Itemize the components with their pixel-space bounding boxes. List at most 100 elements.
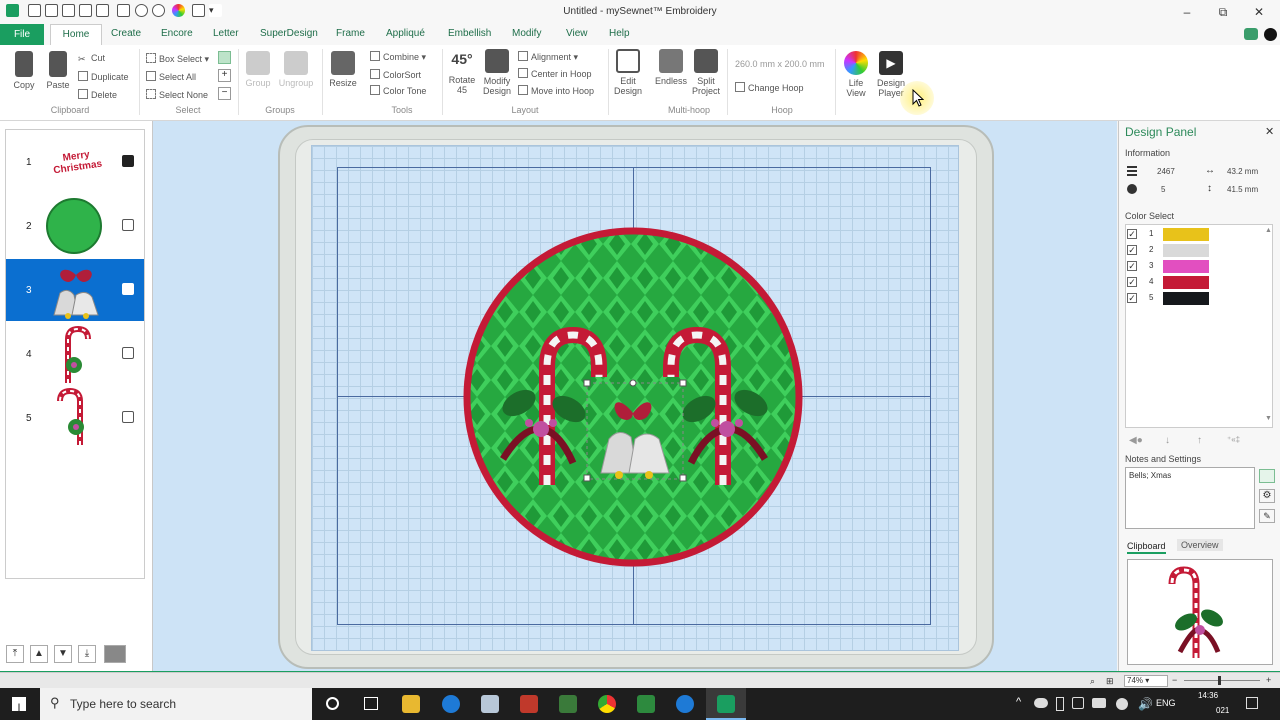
settings-gear-icon[interactable]: ⚙: [1259, 489, 1275, 503]
add-selection-icon[interactable]: +: [218, 69, 231, 82]
color-move-up-icon[interactable]: ↑: [1197, 435, 1202, 446]
layer-lock-icon[interactable]: [122, 347, 134, 359]
notes-icon[interactable]: [1259, 469, 1275, 483]
rotate-button[interactable]: 45° Rotate 45: [446, 49, 478, 95]
endless-button[interactable]: Endless: [652, 49, 690, 86]
color-move-down-icon[interactable]: ↓: [1165, 435, 1170, 446]
colortone-button[interactable]: Color Tone: [370, 85, 426, 96]
show-hidden-icons[interactable]: ^: [1016, 696, 1021, 708]
layer-options-button[interactable]: [104, 645, 126, 663]
taskbar-search-box[interactable]: ⚲ Type here to search: [40, 688, 312, 720]
select-mode-icon[interactable]: [218, 51, 231, 64]
group-button[interactable]: Group: [242, 51, 274, 88]
tab-overview[interactable]: Overview: [1177, 539, 1223, 551]
zoom-slider-thumb[interactable]: [1218, 676, 1221, 685]
change-hoop-button[interactable]: Change Hoop: [735, 82, 804, 93]
layer-item[interactable]: 2: [6, 195, 144, 257]
clock-date[interactable]: 021: [1216, 706, 1229, 715]
notes-textarea[interactable]: Bells; Xmas: [1125, 467, 1255, 529]
layer-item[interactable]: 3: [6, 259, 144, 321]
zoom-in-icon[interactable]: +: [1266, 675, 1271, 685]
layer-item[interactable]: 4: [6, 323, 144, 385]
battery-icon[interactable]: [1092, 698, 1106, 708]
color-swatch[interactable]: [1163, 228, 1209, 241]
edit-design-button[interactable]: Edit Design: [612, 49, 644, 96]
file-explorer-icon[interactable]: [402, 695, 420, 713]
move-to-top-button[interactable]: ⤒: [6, 645, 24, 663]
layer-item[interactable]: 1 Merry Christmas: [6, 131, 144, 193]
paste-button[interactable]: Paste: [42, 51, 74, 90]
clock-time[interactable]: 14:36: [1198, 691, 1218, 700]
minimize-button[interactable]: –: [1172, 3, 1202, 21]
color-list-scroll-up-icon[interactable]: ▲: [1265, 227, 1272, 234]
layer-lock-icon[interactable]: [122, 155, 134, 167]
cut-button[interactable]: ✂ Cut: [78, 53, 105, 64]
volume-icon[interactable]: 🔊: [1138, 697, 1153, 711]
tab-modify[interactable]: Modify: [512, 28, 541, 39]
zoom-1to1-icon[interactable]: ⊞: [1106, 676, 1114, 687]
move-up-button[interactable]: ▲: [30, 645, 48, 663]
layer-lock-icon[interactable]: [122, 219, 134, 231]
select-all-button[interactable]: Select All: [146, 71, 196, 82]
wifi-icon[interactable]: [1116, 698, 1128, 710]
app-icon-2[interactable]: [637, 695, 655, 713]
move-down-button[interactable]: ▼: [54, 645, 72, 663]
color-move-left-icon[interactable]: ◀●: [1129, 435, 1143, 446]
color-swatch[interactable]: [1163, 260, 1209, 273]
color-checkbox[interactable]: ✓: [1127, 293, 1137, 303]
tab-clipboard[interactable]: Clipboard: [1127, 541, 1166, 554]
combine-button[interactable]: Combine ▾: [370, 51, 426, 63]
resize-button[interactable]: Resize: [326, 51, 360, 88]
modify-design-button[interactable]: Modify Design: [480, 49, 514, 96]
tab-home[interactable]: Home: [50, 24, 102, 45]
color-list-scroll-down-icon[interactable]: ▼: [1265, 415, 1272, 422]
design-panel-close-button[interactable]: ✕: [1265, 125, 1274, 138]
zoom-slider[interactable]: [1184, 680, 1260, 681]
color-swatch[interactable]: [1163, 276, 1209, 289]
layer-item[interactable]: 5: [6, 387, 144, 449]
alignment-button[interactable]: Alignment ▾: [518, 51, 578, 63]
close-button[interactable]: ✕: [1244, 3, 1274, 21]
color-swatch[interactable]: [1163, 292, 1209, 305]
box-select-button[interactable]: Box Select ▾: [146, 53, 209, 65]
account-icon[interactable]: [1264, 28, 1277, 41]
acrobat-icon[interactable]: [520, 695, 538, 713]
zoom-out-icon[interactable]: −: [1172, 675, 1177, 685]
edit-pencil-icon[interactable]: ✎: [1259, 509, 1275, 523]
zoom-to-fit-icon[interactable]: ⌕: [1090, 676, 1095, 687]
device-icon[interactable]: [1056, 697, 1064, 711]
embroidery-design[interactable]: [463, 227, 803, 567]
delete-button[interactable]: Delete: [78, 89, 117, 100]
split-project-button[interactable]: Split Project: [690, 49, 722, 96]
layer-lock-icon[interactable]: [122, 283, 134, 295]
color-checkbox[interactable]: ✓: [1127, 277, 1137, 287]
life-view-button[interactable]: Life View: [840, 51, 872, 98]
color-merge-icon[interactable]: ⁺«‡: [1227, 435, 1240, 444]
network-icon[interactable]: [1072, 697, 1084, 709]
language-indicator[interactable]: ENG: [1156, 698, 1176, 708]
copy-button[interactable]: Copy: [8, 51, 40, 90]
layer-lock-icon[interactable]: [122, 411, 134, 423]
tab-help[interactable]: Help: [609, 28, 630, 39]
task-view-icon[interactable]: [364, 697, 378, 710]
tab-applique[interactable]: Appliqué: [386, 28, 425, 39]
color-checkbox[interactable]: ✓: [1127, 229, 1137, 239]
tab-file[interactable]: File: [0, 24, 44, 45]
select-none-button[interactable]: Select None: [146, 89, 208, 100]
tab-create[interactable]: Create: [111, 28, 141, 39]
windows-start-icon[interactable]: [12, 697, 26, 711]
onedrive-icon[interactable]: [1034, 698, 1048, 708]
community-icon[interactable]: [1244, 28, 1258, 40]
move-into-hoop-button[interactable]: Move into Hoop: [518, 85, 594, 96]
subtract-selection-icon[interactable]: −: [218, 87, 231, 100]
edge-icon[interactable]: [676, 695, 694, 713]
cortana-icon[interactable]: [326, 697, 339, 710]
edge-legacy-icon[interactable]: [442, 695, 460, 713]
ungroup-button[interactable]: Ungroup: [276, 51, 316, 88]
app-icon-1[interactable]: [481, 695, 499, 713]
color-checkbox[interactable]: ✓: [1127, 245, 1137, 255]
center-in-hoop-button[interactable]: Center in Hoop: [518, 68, 592, 79]
design-canvas[interactable]: [153, 121, 1117, 671]
tab-embellish[interactable]: Embellish: [448, 28, 491, 39]
tab-view[interactable]: View: [566, 28, 588, 39]
